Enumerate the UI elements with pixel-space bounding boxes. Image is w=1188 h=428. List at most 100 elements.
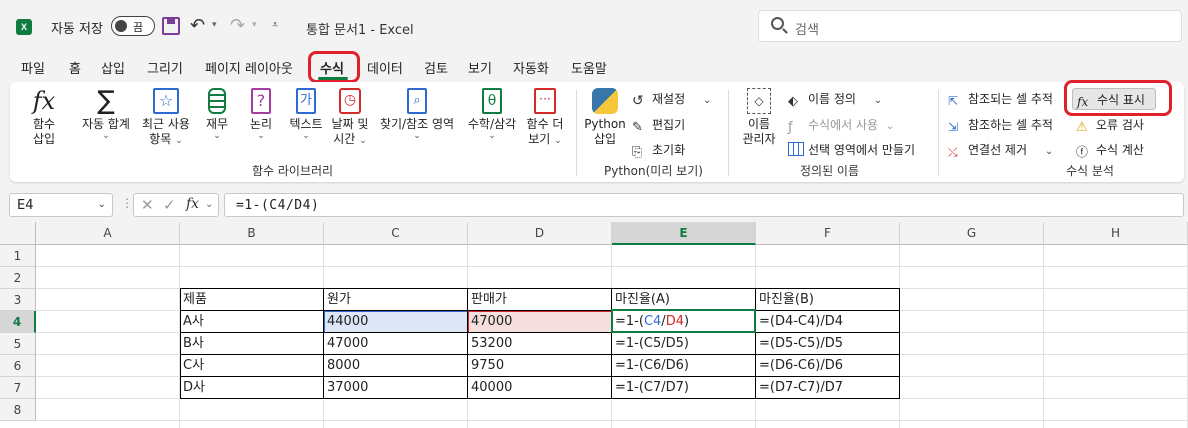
row-header-5[interactable]: 5 (0, 333, 36, 355)
column-header-b[interactable]: B (180, 222, 324, 245)
tab-view[interactable]: 보기 (468, 58, 492, 77)
financial-button[interactable]: 재무 ⌄ (200, 88, 234, 141)
logical-button[interactable]: ? 논리 ⌄ (244, 88, 278, 141)
autosum-label: 자동 합계 (82, 117, 130, 131)
drag-handle-icon[interactable]: ⋮ (121, 196, 133, 210)
table-cell[interactable]: =(D6-C6)/D6 (756, 355, 900, 377)
row-header-2[interactable]: 2 (0, 267, 36, 289)
table-cell[interactable]: D사 (180, 377, 324, 399)
column-header-a[interactable]: A (36, 222, 180, 245)
search-box[interactable]: 검색 (758, 10, 1182, 42)
undo-dropdown-icon[interactable]: ▾ (212, 20, 217, 30)
column-header-f[interactable]: F (756, 222, 900, 245)
table-cell[interactable]: 37000 (324, 377, 468, 399)
lookup-reference-button[interactable]: ⌕ 찾기/참조 영역 ⌄ (376, 88, 458, 141)
initialize-button[interactable]: ⎘ 초기화 (632, 141, 685, 160)
insert-function-button[interactable]: fx 함수 삽입 (26, 88, 62, 147)
select-all-corner[interactable] (0, 222, 36, 245)
remove-arrows-icon: ⤯ (948, 145, 958, 159)
table-cell[interactable]: 40000 (468, 377, 612, 399)
tab-draw[interactable]: 그리기 (147, 58, 183, 77)
tab-home[interactable]: 홈 (69, 58, 81, 77)
save-icon[interactable] (162, 17, 180, 35)
row-header-3[interactable]: 3 (0, 289, 36, 311)
redo-icon[interactable]: ↷ (230, 15, 245, 36)
table-cell[interactable]: =(D5-C5)/D5 (756, 333, 900, 355)
chevron-down-icon[interactable]: ⌄ (205, 199, 213, 210)
define-name-button[interactable]: ⬖ 이름 정의 ⌄ (788, 90, 882, 109)
table-cell[interactable]: 47000 (468, 311, 612, 333)
column-header-g[interactable]: G (900, 222, 1044, 245)
tab-review[interactable]: 검토 (424, 58, 448, 77)
table-header-cell[interactable]: 마진율(A) (612, 289, 756, 311)
undo-icon[interactable]: ↶ (190, 15, 205, 36)
ribbon-panel: fx 함수 삽입 ∑ 자동 합계 ⌄ ☆ 최근 사용 항목 ⌄ 재무 ⌄ ? 논… (10, 82, 1184, 182)
table-cell[interactable]: =1-(C7/D7) (612, 377, 756, 399)
table-cell[interactable]: =(D7-C7)/D7 (756, 377, 900, 399)
row-header-4[interactable]: 4 (0, 311, 36, 333)
column-header-h[interactable]: H (1044, 222, 1188, 245)
tab-file[interactable]: 파일 (21, 58, 45, 77)
table-cell[interactable]: =1-(C6/D6) (612, 355, 756, 377)
table-cell[interactable]: 8000 (324, 355, 468, 377)
name-manager-button[interactable]: ◇ 이름 관리자 (736, 88, 782, 147)
evaluate-formula-button[interactable]: ⓕ 수식 계산 (1076, 141, 1144, 159)
table-cell[interactable]: 53200 (468, 333, 612, 355)
toggle-knob (115, 20, 127, 32)
reset-button[interactable]: ↺ 재설정 ⌄ (632, 90, 711, 109)
autosum-button[interactable]: ∑ 자동 합계 ⌄ (76, 88, 136, 141)
column-header-c[interactable]: C (324, 222, 468, 245)
table-header-cell[interactable]: 제품 (180, 289, 324, 311)
enter-icon[interactable]: ✓ (163, 196, 176, 214)
cancel-icon[interactable]: ✕ (141, 196, 154, 214)
recently-used-button[interactable]: ☆ 최근 사용 항목 ⌄ (138, 88, 194, 149)
table-cell[interactable]: =1-(C5/D5) (612, 333, 756, 355)
tab-page-layout[interactable]: 페이지 레이아웃 (205, 58, 293, 77)
table-cell[interactable]: C사 (180, 355, 324, 377)
table-header-cell[interactable]: 판매가 (468, 289, 612, 311)
tab-help[interactable]: 도움말 (571, 58, 607, 77)
row-header-8[interactable]: 8 (0, 399, 36, 421)
tab-automate[interactable]: 자동화 (513, 58, 549, 77)
text-functions-button[interactable]: 가 텍스트 ⌄ (284, 88, 328, 141)
remove-arrows-button[interactable]: ⤯ 연결선 제거 ⌄ (948, 141, 1053, 159)
formula-input[interactable]: =1-(C4/D4) (224, 193, 1184, 217)
datetime-label-2: 시간 (333, 132, 356, 146)
table-cell[interactable]: =(D4-C4)/D4 (756, 311, 900, 333)
editor-button[interactable]: ✎ 편집기 (632, 116, 685, 135)
table-header-cell[interactable]: 마진율(B) (756, 289, 900, 311)
more-functions-button[interactable]: ··· 함수 더 보기 ⌄ (524, 88, 566, 149)
tab-insert[interactable]: 삽입 (101, 58, 125, 77)
math-trig-button[interactable]: θ 수학/삼각 ⌄ (464, 88, 520, 141)
insert-python-button[interactable]: Python 삽입 (582, 88, 628, 147)
table-cell[interactable]: 9750 (468, 355, 612, 377)
autosave-toggle[interactable]: 끔 (111, 16, 155, 36)
chevron-down-icon: ⌄ (97, 199, 106, 210)
create-from-selection-button[interactable]: 선택 영역에서 만들기 (788, 141, 915, 158)
use-in-formula-button[interactable]: ƒ 수식에서 사용 ⌄ (788, 116, 894, 135)
table-cell[interactable]: 44000 (324, 311, 468, 333)
name-box[interactable]: E4 ⌄ (9, 193, 113, 217)
customize-qat-icon[interactable]: ⩡ (272, 18, 278, 32)
error-checking-label: 오류 검사 (1096, 118, 1144, 132)
trace-precedents-button[interactable]: ⇱ 참조되는 셀 추적 (948, 90, 1053, 108)
table-cell[interactable]: A사 (180, 311, 324, 333)
column-header-d[interactable]: D (468, 222, 612, 245)
row-header-6[interactable]: 6 (0, 355, 36, 377)
tab-data[interactable]: 데이터 (367, 58, 403, 77)
evaluate-formula-label: 수식 계산 (1096, 143, 1144, 157)
table-cell[interactable]: B사 (180, 333, 324, 355)
row-header-1[interactable]: 1 (0, 245, 36, 267)
trace-dependents-button[interactable]: ⇲ 참조하는 셀 추적 (948, 116, 1053, 134)
column-header-e[interactable]: E (612, 222, 756, 245)
datetime-label-1: 날짜 및 (331, 117, 369, 131)
insert-function-icon[interactable]: fx (186, 196, 199, 212)
row-header-7[interactable]: 7 (0, 377, 36, 399)
table-cell[interactable]: 47000 (324, 333, 468, 355)
datetime-button[interactable]: ◷ 날짜 및 시간 ⌄ (330, 88, 370, 149)
error-checking-button[interactable]: ⚠ 오류 검사 (1076, 116, 1144, 135)
more-label-1: 함수 더 (526, 117, 564, 131)
spreadsheet-grid[interactable]: A B C D E F G H 1 2 3 4 5 6 7 8 제품 원가 판매가 마진율(A) 마진율(B) A사 440… (0, 222, 1188, 428)
table-header-cell[interactable]: 원가 (324, 289, 468, 311)
redo-dropdown-icon[interactable]: ▾ (252, 20, 257, 30)
